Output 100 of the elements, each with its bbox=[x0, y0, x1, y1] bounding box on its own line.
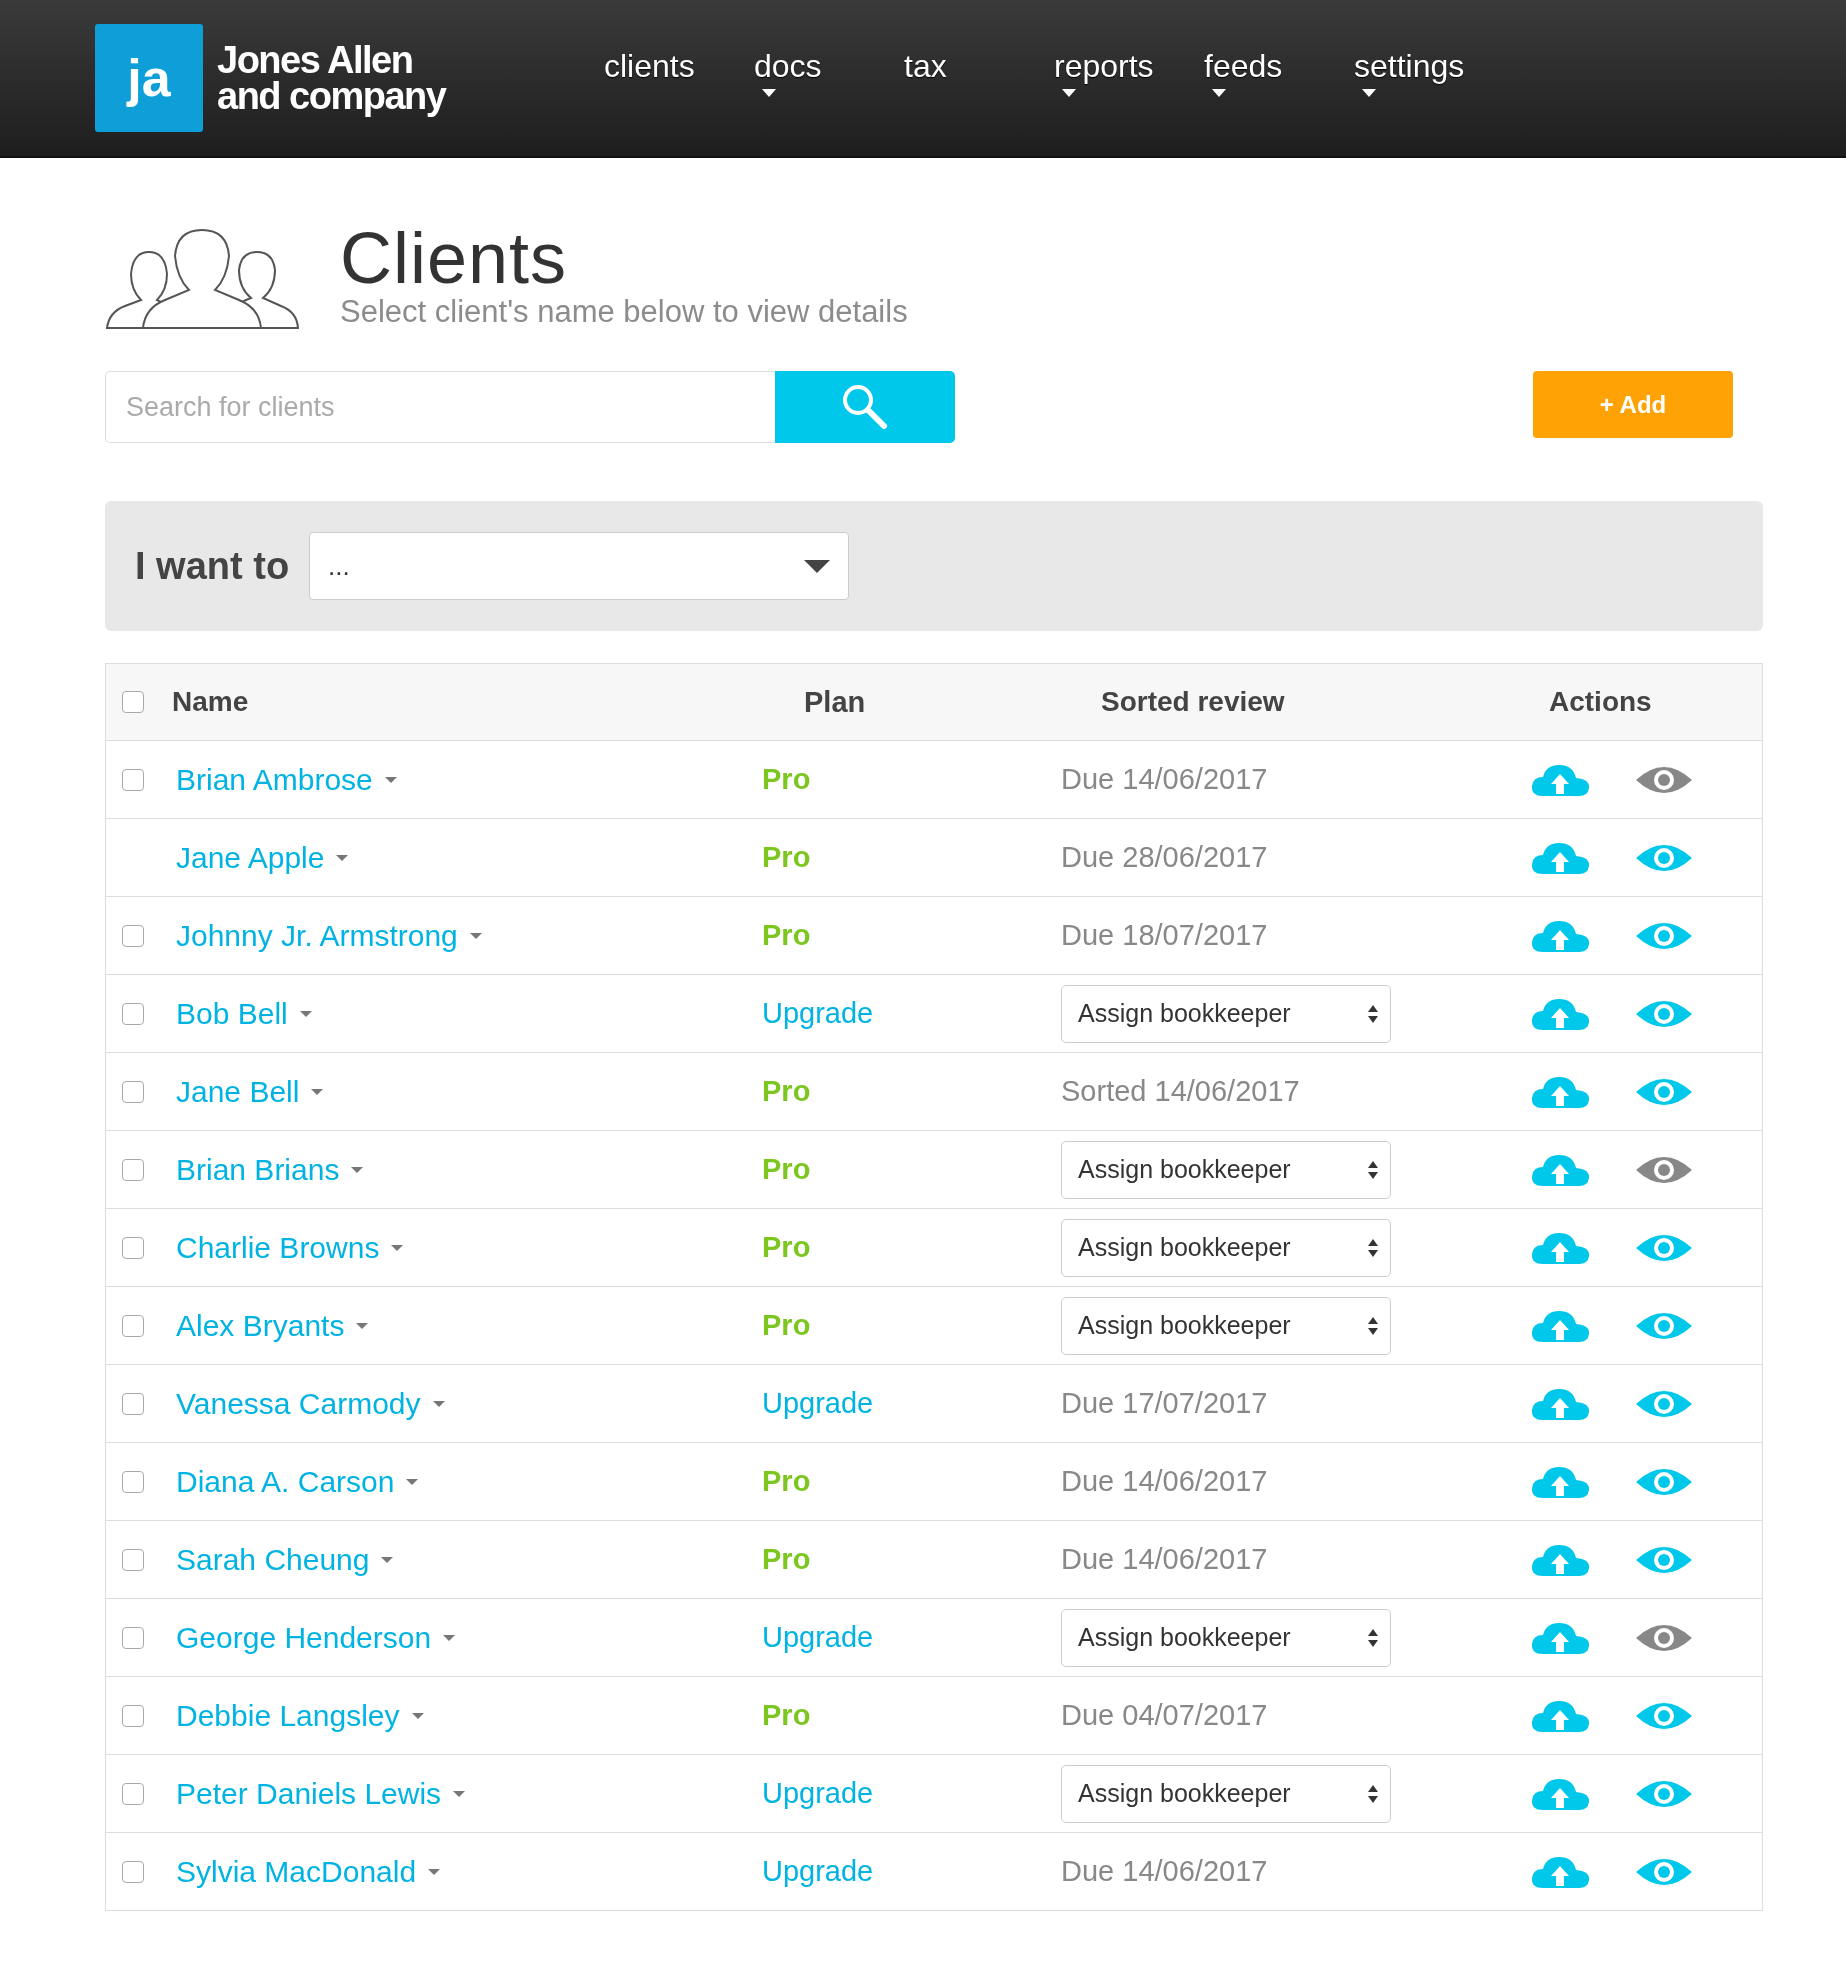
review-date: Sorted 14/06/2017 bbox=[1061, 1075, 1300, 1107]
review-date: Due 14/06/2017 bbox=[1061, 1543, 1268, 1575]
caret-icon bbox=[351, 1166, 364, 1173]
upgrade-link[interactable]: Upgrade bbox=[762, 1387, 874, 1419]
updown-arrows-icon bbox=[1368, 1628, 1378, 1647]
plan-label: Pro bbox=[762, 1309, 811, 1341]
caret-icon bbox=[336, 854, 349, 861]
client-name-link[interactable]: Vanessa Carmody bbox=[172, 1386, 445, 1421]
bookkeeper-select[interactable]: Assign bookkeeper bbox=[1061, 1140, 1391, 1199]
row-checkbox[interactable] bbox=[122, 1548, 144, 1571]
row-checkbox[interactable] bbox=[122, 1704, 144, 1727]
client-name-link[interactable]: Brian Ambrose bbox=[172, 762, 397, 797]
row-checkbox[interactable] bbox=[122, 1860, 144, 1883]
client-name-link[interactable]: Bob Bell bbox=[172, 996, 312, 1031]
column-header: Name bbox=[172, 686, 250, 718]
nav-item[interactable]: clients bbox=[604, 48, 754, 108]
review-date: Due 14/06/2017 bbox=[1061, 1465, 1268, 1497]
caret-icon bbox=[443, 1634, 456, 1641]
add-button[interactable]: + Add bbox=[1533, 371, 1733, 438]
row-checkbox[interactable] bbox=[122, 1470, 144, 1493]
upgrade-link[interactable]: Upgrade bbox=[762, 1777, 874, 1809]
search-button[interactable] bbox=[775, 371, 955, 443]
review-date: Due 14/06/2017 bbox=[1061, 1855, 1268, 1887]
upgrade-link[interactable]: Upgrade bbox=[762, 1855, 874, 1887]
plan-label: Pro bbox=[762, 763, 811, 795]
caret-icon bbox=[311, 1088, 324, 1095]
row-checkbox[interactable] bbox=[122, 1782, 144, 1805]
plan-label: Pro bbox=[762, 1543, 811, 1575]
client-name-link[interactable]: Brian Brians bbox=[172, 1152, 364, 1187]
client-name-link[interactable]: Jane Bell bbox=[172, 1074, 324, 1109]
bookkeeper-select[interactable]: Assign bookkeeper bbox=[1061, 1608, 1391, 1667]
nav-item[interactable]: docs bbox=[754, 48, 904, 108]
nav-item[interactable]: tax bbox=[904, 48, 1054, 108]
client-name-link[interactable]: Alex Bryants bbox=[172, 1308, 369, 1343]
column-header: Actions bbox=[1548, 686, 1653, 718]
client-name-link[interactable]: George Henderson bbox=[172, 1620, 456, 1655]
search-field[interactable]: Search for clients bbox=[105, 371, 775, 443]
row-checkbox[interactable] bbox=[122, 1626, 144, 1649]
review-date: Due 14/06/2017 bbox=[1061, 763, 1268, 795]
review-date: Due 04/07/2017 bbox=[1061, 1699, 1268, 1731]
caret-icon bbox=[381, 1556, 394, 1563]
row-checkbox[interactable] bbox=[122, 1236, 144, 1259]
caret-icon bbox=[391, 1244, 404, 1251]
updown-arrows-icon bbox=[1368, 1160, 1378, 1179]
column-header: Plan bbox=[803, 685, 866, 719]
plan-label: Pro bbox=[762, 841, 811, 873]
row-checkbox[interactable] bbox=[122, 1158, 144, 1181]
caret-icon bbox=[469, 932, 482, 939]
nav-item[interactable]: feeds bbox=[1204, 48, 1354, 108]
plan-label: Pro bbox=[762, 919, 811, 951]
caret-icon bbox=[406, 1478, 419, 1485]
client-name-link[interactable]: Debbie Langsley bbox=[172, 1698, 424, 1733]
plan-label: Pro bbox=[762, 1465, 811, 1497]
row-checkbox[interactable] bbox=[122, 1002, 144, 1025]
plan-label: Pro bbox=[762, 1231, 811, 1263]
search-icon bbox=[842, 384, 888, 430]
caret-icon bbox=[299, 1010, 312, 1017]
column-header: Sorted review bbox=[1100, 686, 1286, 718]
updown-arrows-icon bbox=[1368, 1004, 1378, 1023]
review-date: Due 28/06/2017 bbox=[1061, 841, 1268, 873]
row-checkbox[interactable] bbox=[122, 1392, 144, 1415]
review-date: Due 18/07/2017 bbox=[1061, 919, 1268, 951]
client-name-link[interactable]: Sylvia MacDonald bbox=[172, 1854, 441, 1889]
updown-arrows-icon bbox=[1368, 1784, 1378, 1803]
review-date: Due 17/07/2017 bbox=[1061, 1387, 1268, 1419]
client-name-link[interactable]: Sarah Cheung bbox=[172, 1542, 394, 1577]
row-checkbox[interactable] bbox=[122, 768, 144, 791]
row-checkbox[interactable] bbox=[122, 1080, 144, 1103]
client-name-link[interactable]: Johnny Jr. Armstrong bbox=[172, 918, 482, 953]
client-name-link[interactable]: Peter Daniels Lewis bbox=[172, 1776, 466, 1811]
client-name-link[interactable]: Jane Apple bbox=[172, 840, 349, 875]
updown-arrows-icon bbox=[1368, 1316, 1378, 1335]
logo[interactable]: ja bbox=[95, 24, 203, 132]
row-checkbox[interactable] bbox=[122, 924, 144, 947]
select-all-checkbox[interactable] bbox=[122, 691, 144, 713]
action-dropdown[interactable]: ... bbox=[309, 532, 850, 600]
plan-label: Pro bbox=[762, 1153, 811, 1185]
plan-label: Pro bbox=[762, 1699, 811, 1731]
upgrade-link[interactable]: Upgrade bbox=[762, 997, 874, 1029]
plan-label: Pro bbox=[762, 1075, 811, 1107]
caret-icon bbox=[804, 559, 831, 573]
caret-icon bbox=[432, 1400, 445, 1407]
updown-arrows-icon bbox=[1368, 1238, 1378, 1257]
caret-icon bbox=[384, 776, 397, 783]
caret-icon bbox=[428, 1868, 441, 1875]
client-name-link[interactable]: Diana A. Carson bbox=[172, 1464, 419, 1499]
brand-name: Jones Allen bbox=[217, 42, 414, 78]
action-label: I want to bbox=[135, 544, 290, 588]
nav-item[interactable]: settings bbox=[1354, 48, 1504, 108]
bookkeeper-select[interactable]: Assign bookkeeper bbox=[1061, 1764, 1391, 1823]
caret-icon bbox=[453, 1790, 466, 1797]
bookkeeper-select[interactable]: Assign bookkeeper bbox=[1061, 1296, 1391, 1355]
upgrade-link[interactable]: Upgrade bbox=[762, 1621, 874, 1653]
caret-icon bbox=[356, 1322, 369, 1329]
row-checkbox[interactable] bbox=[122, 1314, 144, 1337]
nav-item[interactable]: reports bbox=[1054, 48, 1204, 108]
bookkeeper-select[interactable]: Assign bookkeeper bbox=[1061, 1218, 1391, 1277]
client-name-link[interactable]: Charlie Browns bbox=[172, 1230, 404, 1265]
bookkeeper-select[interactable]: Assign bookkeeper bbox=[1061, 984, 1391, 1043]
caret-icon bbox=[411, 1712, 424, 1719]
